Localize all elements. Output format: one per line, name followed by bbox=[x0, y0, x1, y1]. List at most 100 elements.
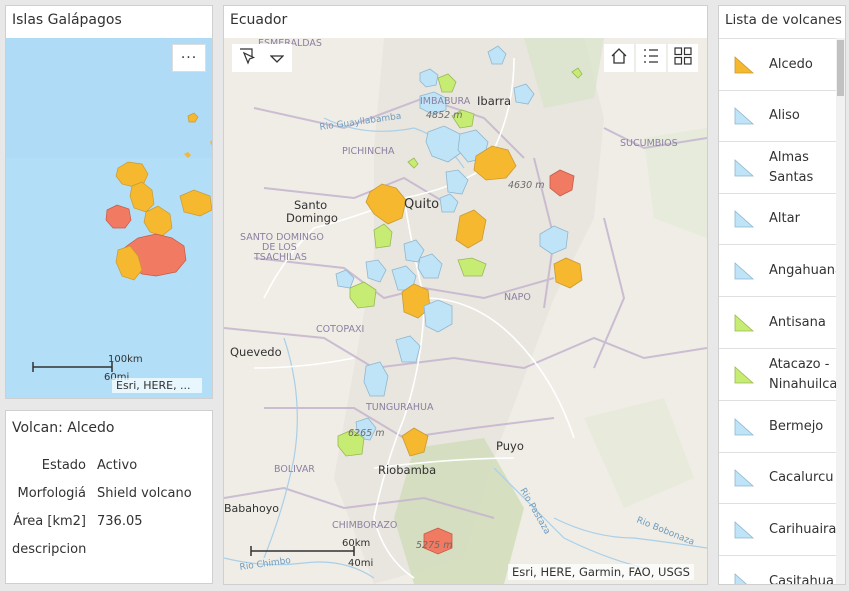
list-item-label: Antisana bbox=[769, 314, 826, 330]
list-item-altar[interactable]: Altar bbox=[719, 194, 837, 245]
swatch-7 bbox=[734, 417, 755, 435]
select-cursor-icon bbox=[238, 47, 256, 69]
prov-tsachilas-3: TSACHILAS bbox=[253, 252, 307, 263]
basemap-gallery-button[interactable] bbox=[668, 44, 698, 72]
swatch-2 bbox=[734, 158, 755, 176]
list-scrollbar[interactable] bbox=[836, 38, 845, 584]
list-item-aliso[interactable]: Aliso bbox=[719, 91, 837, 142]
elev-4852: 4852 m bbox=[426, 110, 462, 121]
swatch-0 bbox=[734, 55, 755, 73]
volcano-swatch-icon bbox=[734, 520, 755, 538]
elev-5275: 5275 m bbox=[416, 540, 452, 551]
place-santo-1: Santo bbox=[294, 198, 327, 212]
volcano-swatch-icon bbox=[734, 55, 755, 73]
volcano-swatch-icon bbox=[734, 417, 755, 435]
info-value-area: 736.05 bbox=[97, 514, 143, 529]
legend-list-icon bbox=[642, 47, 660, 69]
ecuador-scale-mi: 40mi bbox=[348, 558, 374, 569]
volcano-swatch-icon bbox=[734, 210, 755, 228]
volcano-swatch-icon bbox=[734, 572, 748, 584]
list-item-alcedo[interactable]: Alcedo bbox=[719, 39, 837, 91]
galapagos-map[interactable]: ··· 100km 60mi Esri, HERE, ... bbox=[6, 38, 212, 398]
elev-4630: 4630 m bbox=[508, 180, 544, 191]
volcano-list-panel: Lista de volcanes Alcedo Aliso Almas San… bbox=[718, 5, 846, 585]
list-item-label: Aliso bbox=[769, 108, 800, 123]
chevron-down-icon bbox=[269, 49, 285, 68]
swatch-4 bbox=[734, 261, 755, 279]
place-riobamba: Riobamba bbox=[378, 463, 436, 477]
galapagos-title: Islas Galápagos bbox=[12, 12, 122, 28]
volcano-swatch-icon bbox=[734, 261, 755, 279]
info-title: Volcan: Alcedo bbox=[12, 420, 115, 436]
place-quevedo: Quevedo bbox=[230, 345, 282, 359]
swatch-3 bbox=[734, 210, 755, 228]
list-item-bermejo[interactable]: Bermejo bbox=[719, 401, 837, 453]
info-label-area: Área [km2] bbox=[13, 514, 86, 529]
place-quito: Quito bbox=[404, 197, 439, 212]
list-item-label: Casitahua bbox=[769, 573, 834, 585]
select-tool-button[interactable] bbox=[232, 44, 262, 72]
ecuador-panel: Ecuador Ibarra Quito Santo Domingo Queve… bbox=[223, 5, 708, 585]
swatch-6 bbox=[734, 365, 755, 383]
list-item-label: Cacalurcu bbox=[769, 470, 834, 485]
home-icon bbox=[610, 47, 628, 69]
info-panel: Volcan: Alcedo Estado Activo Morfologiá … bbox=[5, 410, 213, 584]
prov-napo: NAPO bbox=[504, 292, 531, 303]
info-label-morfologia: Morfologiá bbox=[17, 486, 86, 501]
galapagos-attribution[interactable]: Esri, HERE, ... bbox=[112, 378, 202, 393]
info-label-estado: Estado bbox=[41, 458, 86, 473]
volcano-swatch-icon bbox=[734, 158, 755, 176]
list-item-label: Carihuairazo bbox=[769, 521, 846, 537]
prov-tungurahua: TUNGURAHUA bbox=[365, 402, 434, 413]
list-item-label: Bermejo bbox=[769, 418, 824, 434]
list-item-antisana[interactable]: Antisana bbox=[719, 297, 837, 349]
swatch-9 bbox=[734, 520, 755, 538]
list-item-almas-santas[interactable]: Almas Santas bbox=[719, 142, 837, 194]
list-item-atacazo[interactable]: Atacazo - Ninahuilca bbox=[719, 349, 837, 401]
list-item-cacalurcu[interactable]: Cacalurcu bbox=[719, 453, 837, 504]
swatch-10 bbox=[734, 572, 748, 584]
elev-6265: 6265 m bbox=[348, 428, 384, 439]
prov-chimborazo: CHIMBORAZO bbox=[332, 520, 397, 531]
scalebar-line bbox=[32, 362, 113, 372]
galapagos-panel: Islas Galápagos ··· 100km 60mi bbox=[5, 5, 213, 399]
list-item-label: Alcedo bbox=[769, 56, 813, 72]
list-item-casitahua[interactable]: Casitahua bbox=[719, 556, 837, 585]
info-label-descripcion: descripcion bbox=[12, 542, 87, 557]
ecuador-map-svg: Ibarra Quito Santo Domingo Quevedo Rioba… bbox=[224, 38, 707, 584]
prov-sucumbios: SUCUMBIOS bbox=[620, 138, 678, 149]
list-item-label: Altar bbox=[769, 211, 800, 226]
ecuador-scalebar: 60km 40mi bbox=[250, 538, 380, 569]
info-value-estado: Activo bbox=[97, 458, 138, 473]
home-button[interactable] bbox=[604, 44, 634, 72]
ecuador-map[interactable]: Ibarra Quito Santo Domingo Quevedo Rioba… bbox=[224, 38, 707, 584]
volcano-swatch-icon bbox=[734, 469, 755, 487]
place-babahoyo: Babahoyo bbox=[224, 502, 279, 515]
list-item-label: Angahuana bbox=[769, 262, 844, 278]
swatch-5 bbox=[734, 313, 755, 331]
volcano-swatch-icon bbox=[734, 365, 755, 383]
ecuador-title: Ecuador bbox=[230, 12, 288, 28]
list-item-label: Atacazo - Ninahuilca bbox=[769, 356, 838, 392]
swatch-8 bbox=[734, 469, 755, 487]
volcano-swatch-icon bbox=[734, 107, 755, 125]
place-santo-2: Domingo bbox=[286, 211, 338, 225]
list-item-carihuairazo[interactable]: Carihuairazo bbox=[719, 504, 845, 556]
volcano-list: Alcedo Aliso Almas Santas Altar Angahuan… bbox=[719, 38, 845, 585]
swatch-1 bbox=[734, 107, 755, 125]
volcano-list-title: Lista de volcanes bbox=[725, 12, 842, 28]
list-scrollbar-thumb[interactable] bbox=[837, 40, 844, 96]
list-item-angahuana[interactable]: Angahuana bbox=[719, 245, 843, 297]
info-value-morfologia: Shield volcano bbox=[97, 486, 192, 501]
prov-cotopaxi: COTOPAXI bbox=[316, 324, 364, 335]
ecuador-attribution[interactable]: Esri, HERE, Garmin, FAO, USGS bbox=[508, 564, 694, 580]
ecuador-scale-km: 60km bbox=[342, 538, 371, 549]
list-item-label: Almas Santas bbox=[769, 149, 814, 185]
legend-button[interactable] bbox=[636, 44, 666, 72]
grid-icon bbox=[674, 47, 692, 69]
select-dropdown-button[interactable] bbox=[262, 44, 292, 72]
galapagos-scalebar: 100km 60mi bbox=[32, 354, 143, 383]
ecuador-scalebar-line bbox=[250, 546, 355, 556]
galapagos-menu-button[interactable]: ··· bbox=[172, 44, 206, 72]
volcano-swatch-icon bbox=[734, 313, 755, 331]
